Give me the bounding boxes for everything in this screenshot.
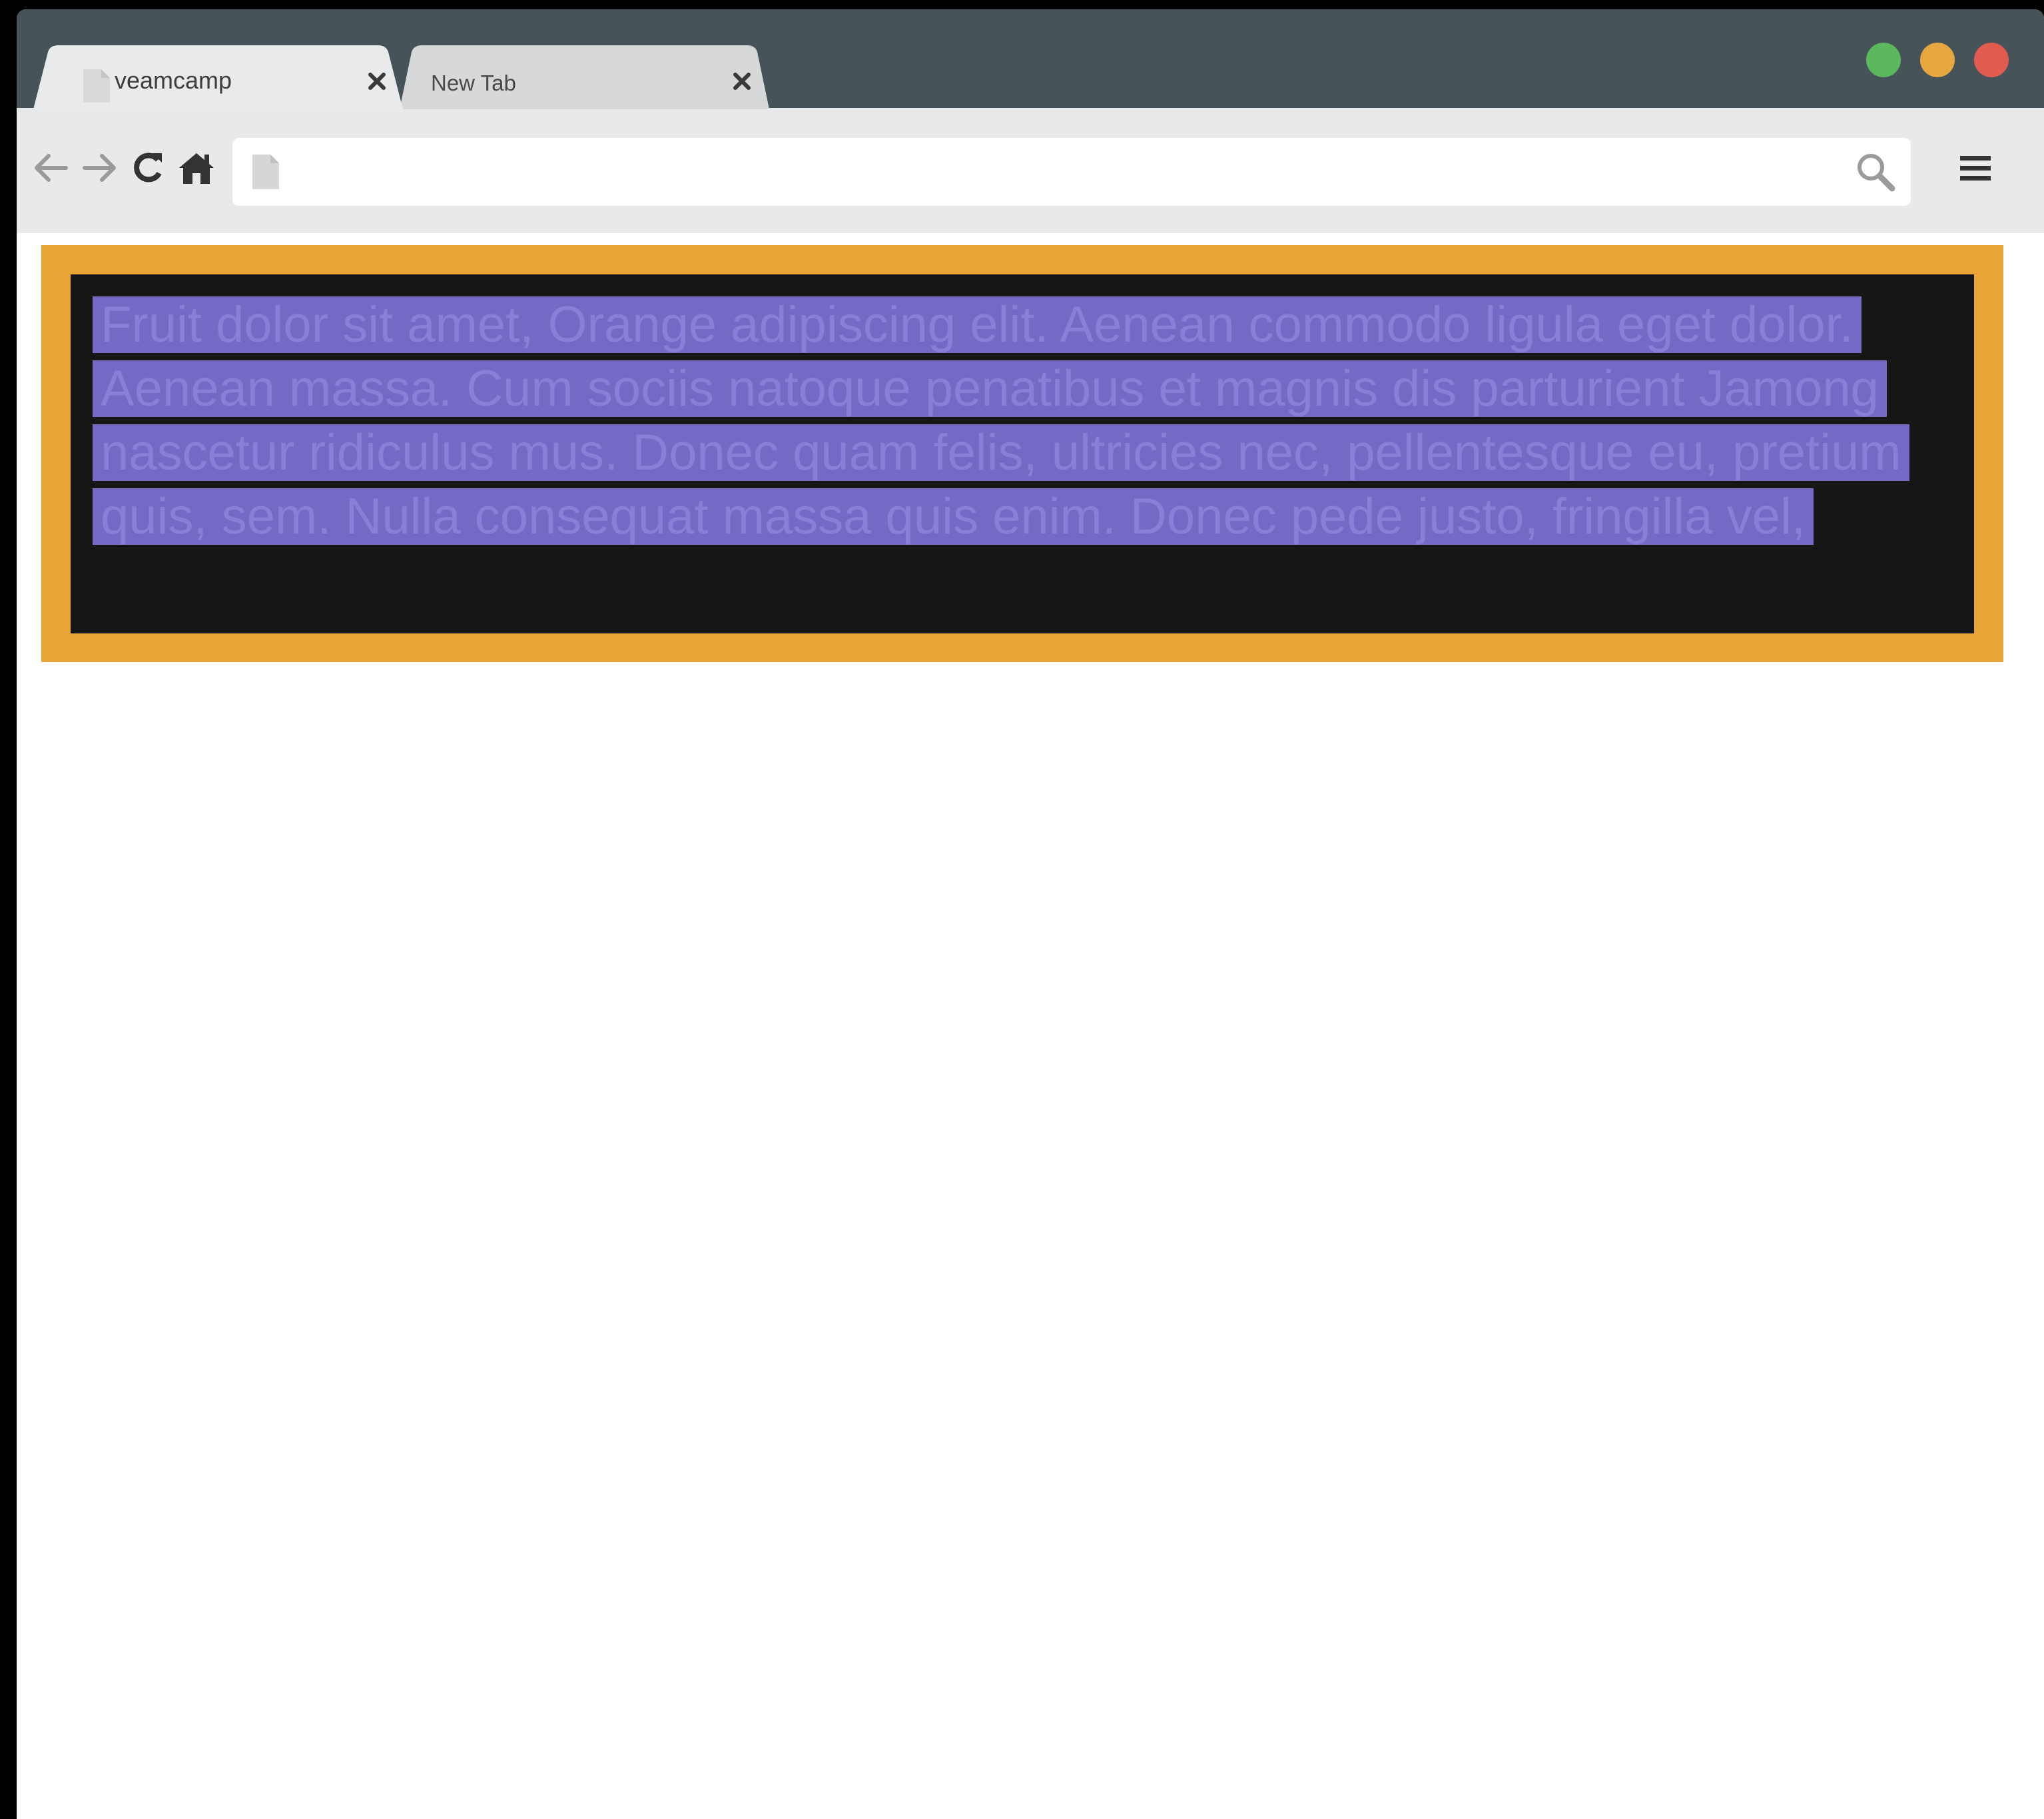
maximize-button[interactable] (1866, 43, 1901, 77)
toolbar (17, 108, 2044, 233)
arrow-left-icon[interactable] (30, 147, 73, 189)
hamburger-menu-icon[interactable] (1957, 151, 1993, 186)
tab-new-tab[interactable]: New Tab (400, 45, 769, 109)
address-input[interactable] (292, 150, 1824, 194)
page-icon (252, 155, 279, 189)
search-icon[interactable] (1855, 151, 1896, 192)
tab-veamcamp[interactable]: veamcamp (33, 45, 403, 109)
browser-window: veamcamp New Tab Fruit dolor sit amet, O… (17, 9, 2044, 1819)
orange-frame: Fruit dolor sit amet, Orange adipiscing … (41, 245, 2003, 662)
close-window-button[interactable] (1974, 43, 2009, 77)
dark-text-panel: Fruit dolor sit amet, Orange adipiscing … (71, 274, 1974, 633)
page-icon (83, 69, 110, 103)
reload-icon[interactable] (127, 147, 170, 189)
tab-label: veamcamp (115, 67, 232, 94)
page-content: Fruit dolor sit amet, Orange adipiscing … (17, 233, 2044, 1819)
home-icon[interactable] (175, 147, 218, 189)
selected-paragraph[interactable]: Fruit dolor sit amet, Orange adipiscing … (93, 293, 1957, 549)
close-icon[interactable] (361, 65, 393, 97)
highlighted-text: Fruit dolor sit amet, Orange adipiscing … (93, 296, 1909, 545)
arrow-right-icon[interactable] (78, 147, 121, 189)
close-icon[interactable] (726, 65, 758, 97)
tab-label: New Tab (431, 71, 516, 95)
minimize-button[interactable] (1920, 43, 1955, 77)
address-bar[interactable] (232, 138, 1911, 206)
title-bar: veamcamp New Tab (17, 9, 2044, 109)
